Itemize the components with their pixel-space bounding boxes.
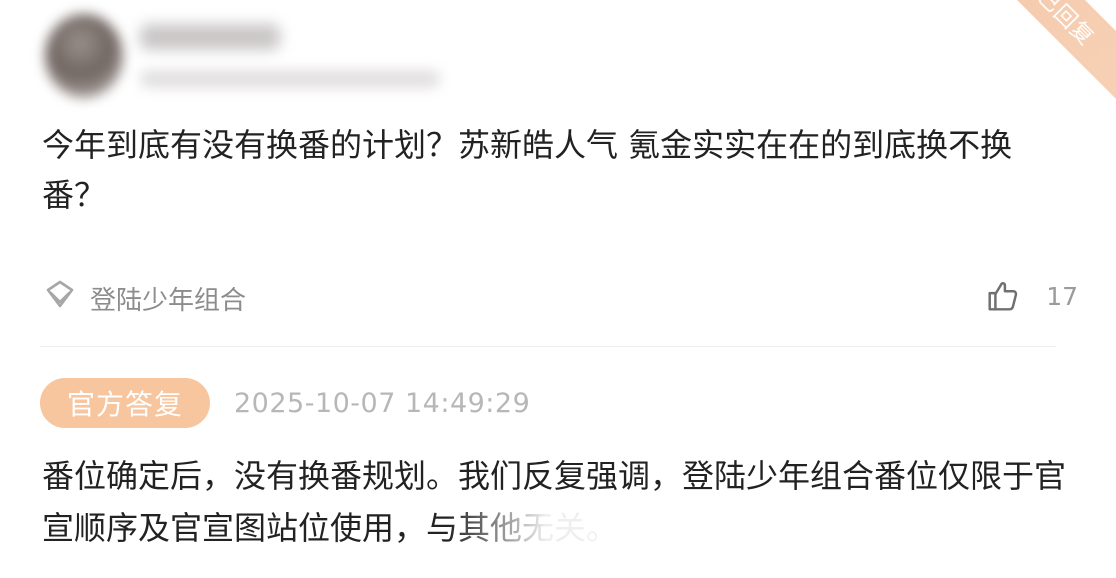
user-meta-blurred xyxy=(140,70,440,88)
thumbs-up-icon xyxy=(988,282,1018,311)
answer-timestamp: 2025-10-07 14:49:29 xyxy=(234,387,531,419)
ribbon-label: 已回复 xyxy=(1031,0,1099,52)
like-button[interactable]: 17 xyxy=(984,274,1078,318)
topic-tag[interactable]: 登陆少年组合 xyxy=(40,276,246,320)
replied-ribbon: 已回复 xyxy=(982,0,1116,101)
official-answer-badge: 官方答复 xyxy=(40,378,210,428)
avatar[interactable] xyxy=(45,14,123,98)
question-text: 今年到底有没有换番的计划？苏新皓人气 氪金实实在在的到底换不换番？ xyxy=(42,126,1013,214)
diamond-icon xyxy=(46,280,74,308)
like-count: 17 xyxy=(1046,281,1078,311)
official-answer-header: 官方答复 2025-10-07 14:49:29 xyxy=(40,378,530,428)
topic-label: 登陆少年组合 xyxy=(90,285,247,316)
answer-text: 番位确定后，没有换番规划。我们反复强调，登陆少年组合番位仅限于官宣顺序及官宣图站… xyxy=(42,457,1067,547)
username-blurred xyxy=(140,24,280,50)
divider xyxy=(40,346,1056,347)
